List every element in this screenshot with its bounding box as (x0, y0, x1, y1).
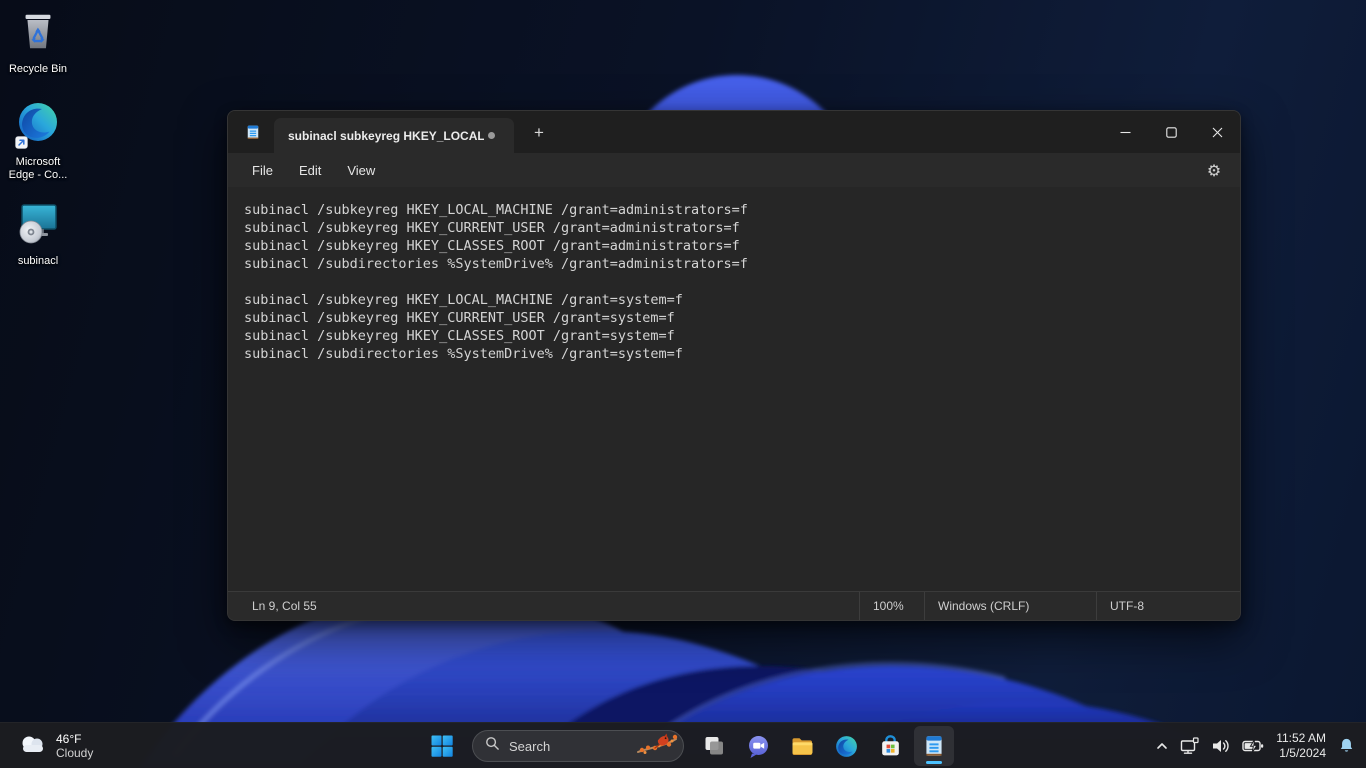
cursor-position-status: Ln 9, Col 55 (252, 599, 317, 613)
search-box[interactable]: Search (472, 730, 684, 762)
recycle-bin-label: Recycle Bin (8, 63, 68, 75)
weather-condition: Cloudy (56, 746, 94, 760)
weather-temperature: 46°F (56, 732, 82, 746)
notepad-statusbar: Ln 9, Col 55 100% Windows (CRLF) UTF-8 (228, 591, 1240, 620)
notification-bell-icon[interactable] (1337, 736, 1356, 756)
active-app-indicator (926, 761, 942, 764)
file-explorer-icon (792, 737, 812, 755)
editor-line: subinacl /subdirectories %SystemDrive% /… (244, 346, 683, 362)
notepad-titlebar[interactable]: subinacl subkeyreg HKEY_LOCAL_M + (228, 111, 1240, 153)
weather-widget[interactable]: 46°F Cloudy (12, 723, 99, 768)
menu-edit[interactable]: Edit (286, 159, 334, 182)
chat-video-icon (748, 735, 768, 758)
microsoft-store-icon (881, 734, 899, 755)
editor-line: subinacl /subkeyreg HKEY_CURRENT_USER /g… (244, 220, 740, 236)
clock-date: 1/5/2024 (1279, 746, 1326, 760)
task-view-icon (705, 737, 723, 755)
hidden-icons-chevron[interactable] (1154, 738, 1170, 754)
volume-icon[interactable] (1210, 735, 1232, 757)
zoom-level-status[interactable]: 100% (859, 592, 924, 620)
clock-widget[interactable]: 11:52 AM 1/5/2024 (1276, 731, 1326, 761)
subinacl-label: subinacl (17, 255, 59, 267)
edge-icon (835, 735, 857, 757)
line-ending-status[interactable]: Windows (CRLF) (924, 592, 1096, 620)
editor-line: subinacl /subkeyreg HKEY_CURRENT_USER /g… (244, 310, 675, 326)
editor-line: subinacl /subkeyreg HKEY_CLASSES_ROOT /g… (244, 328, 675, 344)
search-highlight-bird-icon (635, 731, 679, 761)
encoding-status[interactable]: UTF-8 (1096, 592, 1240, 620)
desktop-icon-recycle-bin[interactable]: Recycle Bin (0, 8, 76, 76)
new-tab-button[interactable]: + (526, 120, 552, 146)
windows-logo-icon (431, 735, 453, 757)
search-placeholder: Search (509, 738, 551, 754)
editor-line: subinacl /subkeyreg HKEY_LOCAL_MACHINE /… (244, 202, 748, 218)
notepad-window: subinacl subkeyreg HKEY_LOCAL_M + File E… (227, 110, 1241, 621)
desktop-icon-subinacl[interactable]: subinacl (0, 198, 76, 268)
menu-view[interactable]: View (334, 159, 388, 182)
edge-icon (14, 99, 62, 152)
cloud-icon (18, 733, 48, 760)
file-explorer-button[interactable] (782, 726, 822, 766)
start-button[interactable] (422, 726, 462, 766)
settings-gear-icon[interactable]: ⚙ (1200, 157, 1228, 183)
tab-title: subinacl subkeyreg HKEY_LOCAL_M (288, 128, 484, 143)
tab-subinacl-document[interactable]: subinacl subkeyreg HKEY_LOCAL_M (274, 118, 514, 153)
desktop-icon-edge-shortcut[interactable]: Microsoft Edge - Co... (0, 99, 76, 182)
close-button[interactable] (1194, 111, 1240, 153)
editor-line: subinacl /subkeyreg HKEY_CLASSES_ROOT /g… (244, 238, 740, 254)
task-view-button[interactable] (694, 726, 734, 766)
menu-file[interactable]: File (239, 159, 286, 182)
network-icon[interactable] (1179, 735, 1201, 757)
taskbar: 46°F Cloudy Search 11:52 AM 1/5/2024 (0, 722, 1366, 768)
notepad-app-icon (244, 123, 262, 146)
edge-browser-button[interactable] (826, 726, 866, 766)
disc-installer-icon (14, 198, 62, 251)
editor-line: subinacl /subdirectories %SystemDrive% /… (244, 256, 748, 272)
notepad-menubar: File Edit View ⚙ (228, 153, 1240, 187)
search-icon (485, 736, 500, 756)
notepad-taskbar-button[interactable] (914, 726, 954, 766)
battery-charging-icon[interactable] (1241, 735, 1265, 757)
notepad-icon (926, 736, 942, 756)
edge-shortcut-label: Microsoft Edge - Co... (8, 156, 68, 181)
shortcut-arrow-icon (15, 136, 28, 149)
minimize-button[interactable] (1102, 111, 1148, 153)
clock-time: 11:52 AM (1276, 731, 1326, 745)
recycle-bin-icon (15, 8, 61, 59)
unsaved-indicator-dot (488, 132, 495, 139)
chat-button[interactable] (738, 726, 778, 766)
editor-text-area[interactable]: subinacl /subkeyreg HKEY_LOCAL_MACHINE /… (228, 187, 1240, 591)
maximize-button[interactable] (1148, 111, 1194, 153)
microsoft-store-button[interactable] (870, 726, 910, 766)
editor-line: subinacl /subkeyreg HKEY_LOCAL_MACHINE /… (244, 292, 683, 308)
